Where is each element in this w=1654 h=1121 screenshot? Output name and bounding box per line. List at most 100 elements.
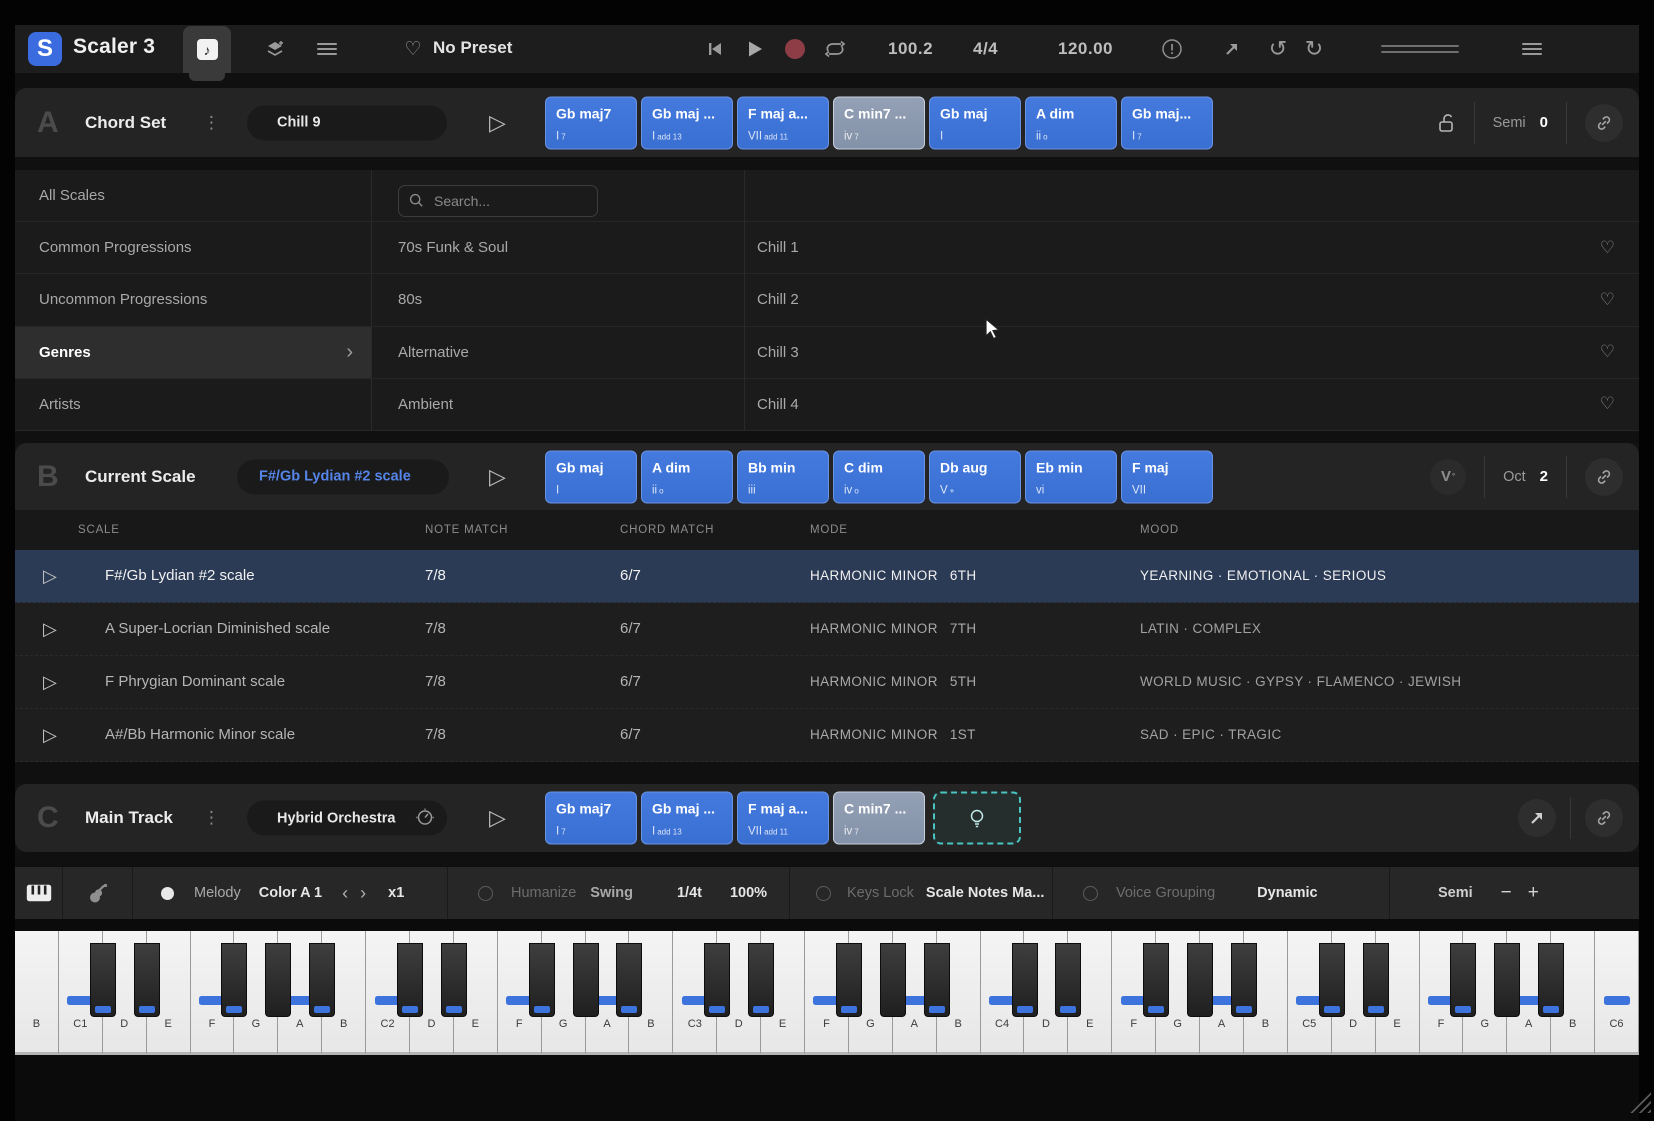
black-key-f#[interactable] bbox=[836, 943, 862, 1017]
black-key-d#[interactable] bbox=[441, 943, 467, 1017]
black-key-g#[interactable] bbox=[1494, 943, 1520, 1017]
play-button[interactable] bbox=[737, 25, 773, 73]
suggest-chord-pad[interactable] bbox=[933, 792, 1021, 845]
record-button[interactable] bbox=[777, 25, 813, 73]
color-next-button[interactable]: › bbox=[354, 883, 372, 904]
browser-category-artists[interactable]: Artists bbox=[15, 379, 371, 431]
humanize-toggle[interactable] bbox=[478, 886, 493, 901]
favorite-heart-icon[interactable]: ♡ bbox=[393, 25, 433, 73]
genre-item[interactable]: Ambient bbox=[372, 379, 744, 431]
preset-item[interactable]: Chill 4♡ bbox=[745, 379, 1639, 431]
preset-item[interactable]: Chill 2♡ bbox=[745, 274, 1639, 326]
redo-icon[interactable]: ↻ bbox=[1297, 25, 1331, 73]
color-selector[interactable]: Color A 1 bbox=[259, 885, 322, 901]
heart-icon[interactable]: ♡ bbox=[1600, 238, 1615, 258]
kebab-menu-icon[interactable]: ⋮ bbox=[203, 113, 220, 133]
chord-pad[interactable]: Gb maj7I7 bbox=[545, 96, 637, 149]
black-key-c#[interactable] bbox=[1012, 943, 1038, 1017]
chord-pad[interactable]: C dimivo bbox=[833, 450, 925, 503]
current-scale-selector[interactable]: F#/Gb Lydian #2 scale bbox=[237, 459, 449, 494]
heart-icon[interactable]: ♡ bbox=[1600, 394, 1615, 414]
export-midi-button[interactable] bbox=[1518, 799, 1556, 837]
lock-icon[interactable] bbox=[1436, 112, 1456, 134]
color-prev-button[interactable]: ‹ bbox=[336, 883, 354, 904]
tab-session[interactable]: ♪ bbox=[183, 26, 231, 73]
dial-icon[interactable] bbox=[415, 808, 435, 828]
current-preset-label[interactable]: No Preset bbox=[433, 38, 512, 58]
row-play-icon[interactable]: ▷ bbox=[43, 619, 57, 640]
keyboard-view-button[interactable] bbox=[15, 867, 63, 919]
scale-table-row[interactable]: ▷A#/Bb Harmonic Minor scale7/86/7HARMONI… bbox=[15, 709, 1639, 762]
chord-set-selector[interactable]: Chill 9 bbox=[247, 105, 447, 140]
row-play-icon[interactable]: ▷ bbox=[43, 566, 57, 587]
black-key-a#[interactable] bbox=[1231, 943, 1257, 1017]
black-key-a#[interactable] bbox=[1538, 943, 1564, 1017]
black-key-a#[interactable] bbox=[924, 943, 950, 1017]
browser-category-common-progressions[interactable]: Common Progressions bbox=[15, 222, 371, 274]
white-key-b[interactable]: B bbox=[15, 931, 59, 1055]
black-key-f#[interactable] bbox=[529, 943, 555, 1017]
black-key-g#[interactable] bbox=[880, 943, 906, 1017]
layers-icon[interactable] bbox=[255, 25, 295, 73]
play-section-icon[interactable]: ▷ bbox=[489, 110, 506, 136]
preset-item[interactable]: Chill 1♡ bbox=[745, 222, 1639, 274]
chord-pad[interactable]: Gb maj ...Iadd 13 bbox=[641, 96, 733, 149]
black-key-g#[interactable] bbox=[1187, 943, 1213, 1017]
scale-table-row[interactable]: ▷A Super-Locrian Diminished scale7/86/7H… bbox=[15, 603, 1639, 656]
chord-pad[interactable]: F majVII bbox=[1121, 450, 1213, 503]
undo-icon[interactable]: ↺ bbox=[1261, 25, 1295, 73]
black-key-g#[interactable] bbox=[573, 943, 599, 1017]
chord-pad[interactable]: Eb minvi bbox=[1025, 450, 1117, 503]
black-key-c#[interactable] bbox=[1319, 943, 1345, 1017]
black-key-d#[interactable] bbox=[1363, 943, 1389, 1017]
keys-lock-value[interactable]: Scale Notes Ma... bbox=[926, 885, 1044, 901]
octave-control[interactable]: Oct 2 bbox=[1503, 468, 1548, 485]
browser-category-genres[interactable]: Genres› bbox=[15, 327, 371, 379]
black-key-d#[interactable] bbox=[134, 943, 160, 1017]
row-play-icon[interactable]: ▷ bbox=[43, 672, 57, 693]
semi-plus-button[interactable]: + bbox=[1520, 882, 1547, 904]
black-key-f#[interactable] bbox=[221, 943, 247, 1017]
share-arrow-icon[interactable] bbox=[1213, 25, 1251, 73]
instrument-selector[interactable]: Hybrid Orchestra bbox=[247, 801, 447, 836]
melody-dot-icon[interactable] bbox=[161, 887, 174, 900]
browser-category-all-scales[interactable]: All Scales bbox=[15, 170, 371, 222]
genre-item[interactable]: Alternative bbox=[372, 327, 744, 379]
col-chord-match[interactable]: CHORD MATCH bbox=[620, 524, 714, 536]
scale-table-row[interactable]: ▷F#/Gb Lydian #2 scale7/86/7HARMONIC MIN… bbox=[15, 550, 1639, 603]
heart-icon[interactable]: ♡ bbox=[1600, 342, 1615, 362]
row-play-icon[interactable]: ▷ bbox=[43, 725, 57, 746]
genre-item[interactable]: 70s Funk & Soul bbox=[372, 222, 744, 274]
link-button[interactable] bbox=[1585, 458, 1623, 496]
chord-pad[interactable]: A dimiio bbox=[1025, 96, 1117, 149]
chord-pad[interactable]: Gb majI bbox=[929, 96, 1021, 149]
drag-handle-lines[interactable] bbox=[1375, 25, 1465, 73]
chord-pad[interactable]: C min7 ...iv7 bbox=[833, 96, 925, 149]
black-key-f#[interactable] bbox=[1143, 943, 1169, 1017]
chord-pad[interactable]: Db augV+ bbox=[929, 450, 1021, 503]
white-key-c6[interactable]: C6 bbox=[1595, 931, 1639, 1055]
heart-icon[interactable]: ♡ bbox=[1600, 290, 1615, 310]
link-button[interactable] bbox=[1585, 104, 1623, 142]
black-key-g#[interactable] bbox=[265, 943, 291, 1017]
browser-category-uncommon-progressions[interactable]: Uncommon Progressions bbox=[15, 274, 371, 326]
keys-lock-toggle[interactable] bbox=[816, 886, 831, 901]
link-button[interactable] bbox=[1585, 799, 1623, 837]
search-input[interactable] bbox=[432, 192, 586, 210]
black-key-c#[interactable] bbox=[90, 943, 116, 1017]
kebab-menu-icon[interactable]: ⋮ bbox=[203, 808, 220, 828]
main-menu-icon[interactable] bbox=[1511, 25, 1553, 73]
chord-pad[interactable]: C min7 ...iv7 bbox=[833, 792, 925, 845]
list-view-icon[interactable] bbox=[307, 25, 347, 73]
diminished-badge[interactable]: V° bbox=[1430, 459, 1466, 495]
voice-grouping-toggle[interactable] bbox=[1083, 886, 1098, 901]
chord-pad[interactable]: Bb miniii bbox=[737, 450, 829, 503]
semi-control[interactable]: Semi 0 bbox=[1493, 114, 1548, 131]
black-key-d#[interactable] bbox=[1055, 943, 1081, 1017]
loop-icon[interactable] bbox=[815, 25, 855, 73]
multiplier-value[interactable]: x1 bbox=[388, 885, 404, 901]
voice-grouping-value[interactable]: Dynamic bbox=[1257, 885, 1317, 901]
tempo-value[interactable]: 120.00 bbox=[1058, 39, 1113, 59]
swing-rate-value[interactable]: 1/4t bbox=[677, 885, 702, 901]
time-signature[interactable]: 4/4 bbox=[973, 39, 998, 59]
